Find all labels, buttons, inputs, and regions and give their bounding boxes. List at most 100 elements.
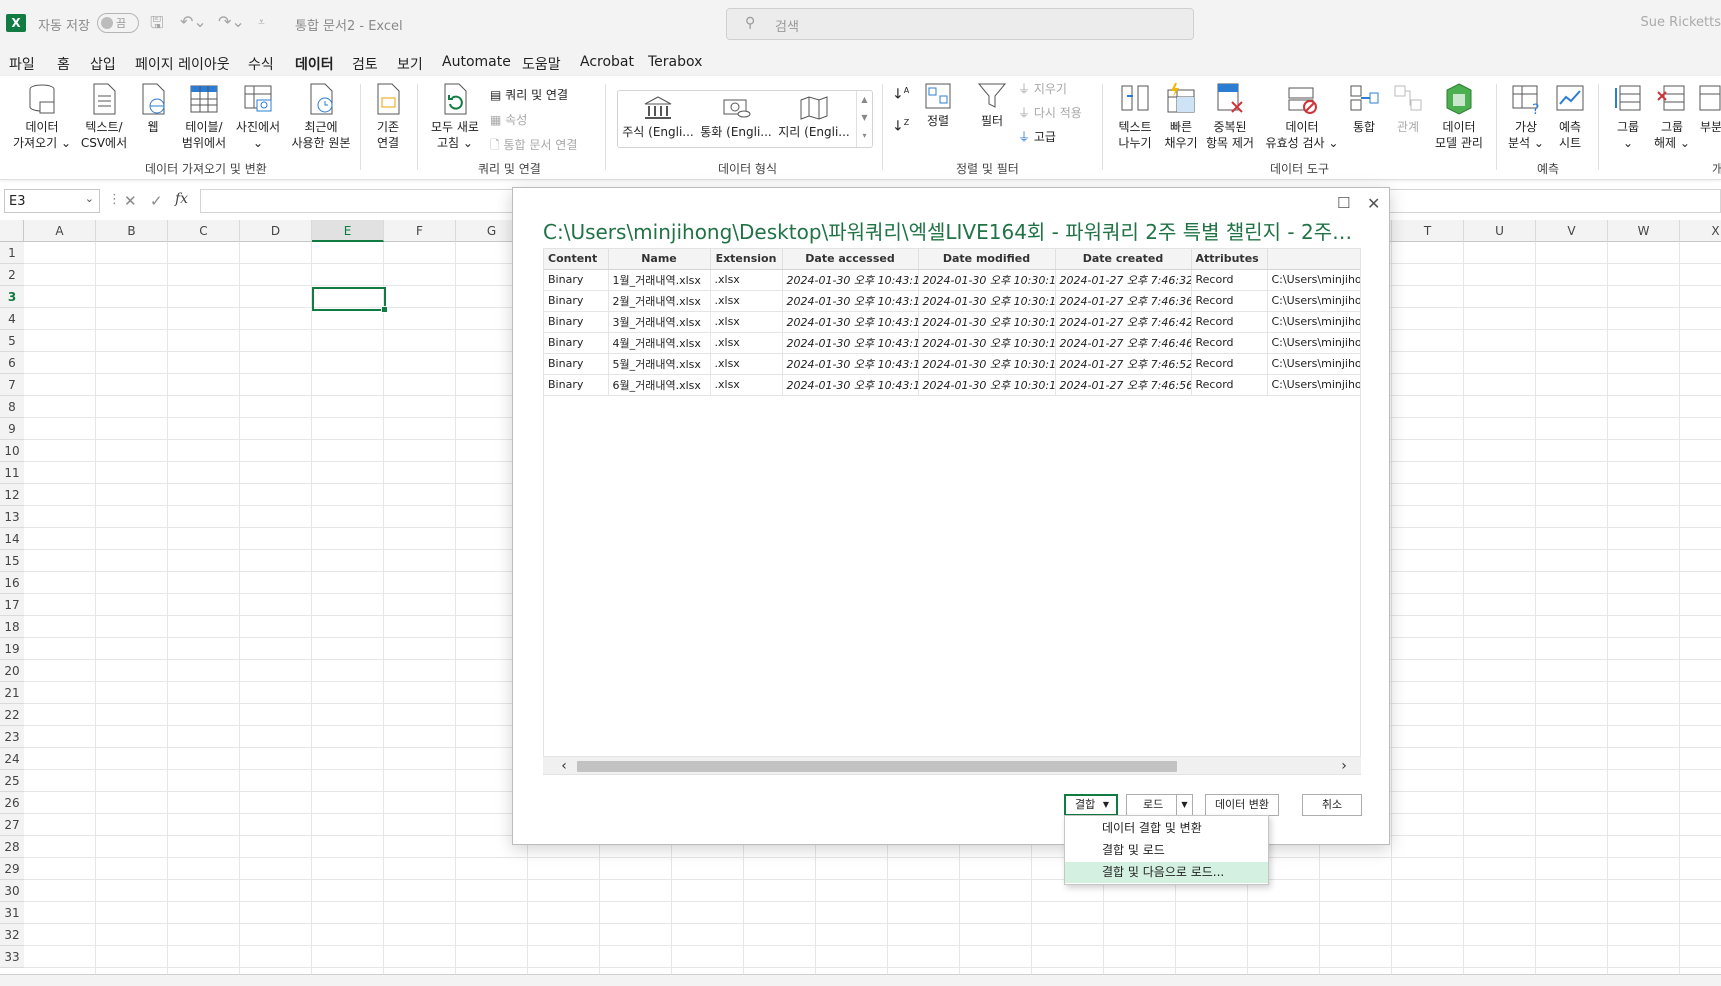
row-header[interactable]: 3 <box>0 286 24 308</box>
row-header[interactable]: 21 <box>0 682 24 704</box>
row-header[interactable]: 29 <box>0 858 24 880</box>
row-header[interactable]: 26 <box>0 792 24 814</box>
scroll-left-icon[interactable]: ‹ <box>555 757 573 775</box>
tab-automate[interactable]: Automate <box>442 54 511 70</box>
text-to-columns-button[interactable]: 텍스트 나누기 <box>1112 82 1158 151</box>
tab-page-layout[interactable]: 페이지 레이아웃 <box>135 54 230 74</box>
tab-insert[interactable]: 삽입 <box>90 54 116 74</box>
tab-formulas[interactable]: 수식 <box>248 54 274 74</box>
row-header[interactable]: 9 <box>0 418 24 440</box>
tab-help[interactable]: 도움말 <box>522 54 561 74</box>
remove-duplicates-button[interactable]: 중복된 항목 제거 <box>1202 82 1258 151</box>
row-header[interactable]: 20 <box>0 660 24 682</box>
row-header[interactable]: 19 <box>0 638 24 660</box>
geography-data-type[interactable]: 지리 (Engli... <box>778 95 850 140</box>
clear-filter-button[interactable]: ⏚ 지우기 <box>1018 80 1067 97</box>
row-header[interactable]: 10 <box>0 440 24 462</box>
combine-button[interactable]: 결합 ▼ <box>1064 794 1118 816</box>
row-header[interactable]: 14 <box>0 528 24 550</box>
column-header[interactable]: E <box>312 220 384 242</box>
row-header[interactable]: 7 <box>0 374 24 396</box>
active-cell-e3[interactable] <box>312 287 388 313</box>
existing-connections-button[interactable]: 기존 연결 <box>370 82 406 151</box>
row-header[interactable]: 16 <box>0 572 24 594</box>
forecast-sheet-button[interactable]: 예측 시트 <box>1552 82 1588 151</box>
horizontal-scrollbar[interactable]: ‹ › <box>543 756 1361 774</box>
row-header[interactable]: 2 <box>0 264 24 286</box>
row-header[interactable]: 6 <box>0 352 24 374</box>
row-header[interactable]: 22 <box>0 704 24 726</box>
row-header[interactable]: 15 <box>0 550 24 572</box>
tab-file[interactable]: 파일 <box>9 54 35 74</box>
refresh-all-button[interactable]: 모두 새로 고침 ⌄ <box>424 82 486 151</box>
redo-icon[interactable]: ↷⌄ <box>218 12 245 31</box>
menu-item-combine-load-to[interactable]: 결합 및 다음으로 로드... <box>1065 862 1268 883</box>
column-header[interactable]: D <box>240 220 312 242</box>
cancel-icon[interactable]: ✕ <box>124 192 143 210</box>
close-icon[interactable]: ✕ <box>1367 194 1380 213</box>
properties-button[interactable]: ▦ 속성 <box>490 111 527 128</box>
gallery-scroll[interactable]: ▲ ▼ ▾ <box>856 91 872 147</box>
row-header[interactable]: 4 <box>0 308 24 330</box>
group-button[interactable]: 그룹 ⌄ <box>1610 82 1646 151</box>
insert-function-icon[interactable]: fx <box>175 191 188 207</box>
tab-home[interactable]: 홈 <box>57 54 70 74</box>
consolidate-button[interactable]: 통합 <box>1346 82 1382 135</box>
column-header[interactable]: W <box>1608 220 1680 242</box>
ungroup-button[interactable]: 그룹 해제 ⌄ <box>1652 82 1692 151</box>
row-header[interactable]: 5 <box>0 330 24 352</box>
column-header[interactable]: X <box>1680 220 1721 242</box>
table-range-button[interactable]: 테이블/ 범위에서 <box>177 82 231 151</box>
menu-item-combine-load[interactable]: 결합 및 로드 <box>1065 840 1268 861</box>
user-name[interactable]: Sue Ricketts <box>1641 15 1721 30</box>
column-header[interactable]: U <box>1464 220 1536 242</box>
manage-data-model-button[interactable]: 데이터 모델 관리 <box>1430 82 1488 151</box>
row-header[interactable]: 12 <box>0 484 24 506</box>
reapply-button[interactable]: ⏚ 다시 적용 <box>1018 104 1082 121</box>
from-picture-button[interactable]: 사진에서 ⌄ <box>231 82 285 151</box>
row-header[interactable]: 24 <box>0 748 24 770</box>
undo-icon[interactable]: ↶⌄ <box>180 12 207 31</box>
recent-sources-button[interactable]: 최근에 사용한 원본 <box>288 82 354 151</box>
web-button[interactable]: 웹 <box>136 82 170 135</box>
column-header[interactable]: B <box>96 220 168 242</box>
autosave-toggle[interactable]: 끔 <box>97 13 139 33</box>
sort-ascending-icon[interactable]: ↓A <box>892 86 909 103</box>
sort-button[interactable]: 정렬 <box>920 82 956 129</box>
data-validation-button[interactable]: 데이터 유효성 검사 ⌄ <box>1262 82 1342 151</box>
search-box[interactable]: ⚲ 검색 <box>726 8 1194 40</box>
load-dropdown-icon[interactable]: ▼ <box>1176 795 1192 815</box>
relationships-button[interactable]: 관계 <box>1390 82 1426 135</box>
cancel-button[interactable]: 취소 <box>1302 794 1362 816</box>
scroll-right-icon[interactable]: › <box>1335 757 1353 775</box>
row-header[interactable]: 27 <box>0 814 24 836</box>
filter-button[interactable]: 필터 <box>974 82 1010 129</box>
edit-links-button[interactable]: 🗋 통합 문서 연결 <box>490 136 577 157</box>
row-header[interactable]: 11 <box>0 462 24 484</box>
row-header[interactable]: 18 <box>0 616 24 638</box>
tab-terabox[interactable]: Terabox <box>648 54 702 70</box>
column-header[interactable]: T <box>1392 220 1464 242</box>
row-header[interactable]: 33 <box>0 946 24 968</box>
stocks-data-type[interactable]: 주식 (Engli... <box>622 95 694 140</box>
row-header[interactable]: 1 <box>0 242 24 264</box>
name-box[interactable]: E3 ⌄ <box>4 189 100 213</box>
what-if-analysis-button[interactable]: ? 가상 분석 ⌄ <box>1506 82 1546 151</box>
row-header[interactable]: 8 <box>0 396 24 418</box>
column-header[interactable]: A <box>24 220 96 242</box>
customize-qat-icon[interactable]: ⩡ <box>258 15 265 30</box>
text-csv-button[interactable]: 텍스트/ CSV에서 <box>78 82 130 151</box>
tab-review[interactable]: 검토 <box>352 54 378 74</box>
subtotal-button[interactable]: 부분 <box>1696 82 1721 135</box>
get-data-button[interactable]: 데이터 가져오기 ⌄ <box>10 82 74 151</box>
row-header[interactable]: 28 <box>0 836 24 858</box>
tab-data[interactable]: 데이터 <box>295 54 334 79</box>
sort-descending-icon[interactable]: ↓Z <box>892 118 909 135</box>
column-header[interactable]: V <box>1536 220 1608 242</box>
column-header[interactable]: C <box>168 220 240 242</box>
row-header[interactable]: 30 <box>0 880 24 902</box>
row-header[interactable]: 13 <box>0 506 24 528</box>
row-header[interactable]: 25 <box>0 770 24 792</box>
load-button[interactable]: 로드 ▼ <box>1126 794 1193 816</box>
save-icon[interactable]: 🖫 <box>150 12 164 39</box>
